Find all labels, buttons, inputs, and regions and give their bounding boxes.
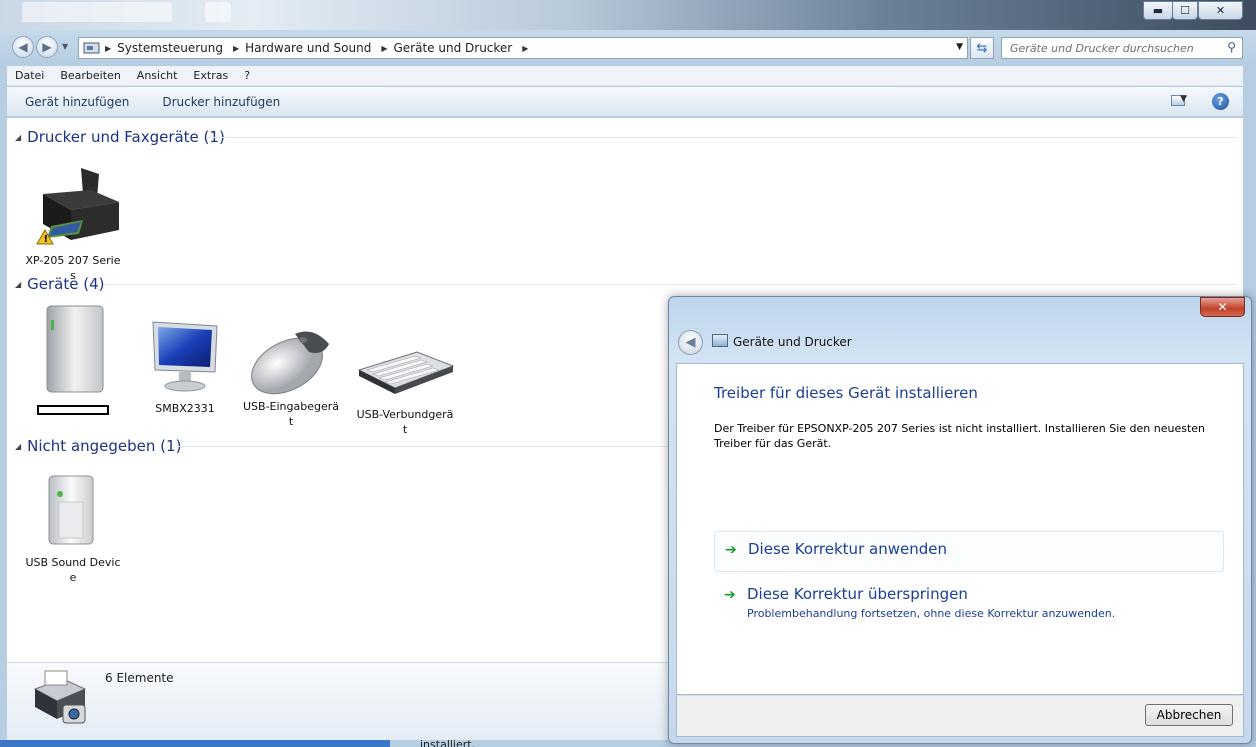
collapse-icon[interactable]: ◢ bbox=[15, 442, 21, 451]
forward-button[interactable]: ▶ bbox=[36, 36, 58, 58]
device-label-redacted bbox=[37, 405, 109, 415]
device-mouse[interactable]: USB-Eingabegerät bbox=[241, 322, 341, 429]
green-arrow-icon: ➔ bbox=[724, 587, 736, 603]
arrow-right-icon: ▶ bbox=[42, 40, 52, 54]
chevron-right-icon[interactable]: ▶ bbox=[518, 44, 532, 53]
background-window-text: installiert. bbox=[420, 738, 476, 747]
chevron-right-icon[interactable]: ▶ bbox=[377, 44, 391, 53]
group-divider bbox=[103, 284, 1237, 285]
maximize-button[interactable]: ☐ bbox=[1172, 1, 1198, 20]
devices-printers-icon bbox=[712, 334, 728, 347]
green-arrow-icon: ➔ bbox=[725, 542, 737, 558]
apply-fix-option[interactable]: ➔ Diese Korrektur anwenden bbox=[714, 531, 1224, 572]
mouse-icon bbox=[251, 331, 329, 395]
group-divider bbox=[207, 137, 1237, 138]
device-usb-sound[interactable]: USB Sound Device bbox=[23, 472, 123, 585]
menu-item-ansicht[interactable]: Ansicht bbox=[129, 69, 186, 82]
monitor-icon bbox=[152, 321, 218, 392]
add-device-button[interactable]: Gerät hinzufügen bbox=[7, 95, 144, 109]
arrow-left-icon: ◀ bbox=[18, 40, 28, 54]
item-count: 6 Elemente bbox=[105, 671, 174, 685]
taskbar-edge bbox=[0, 740, 390, 747]
menu-bar: Datei Bearbeiten Ansicht Extras ? bbox=[7, 66, 1243, 86]
collapse-icon[interactable]: ◢ bbox=[15, 280, 21, 289]
device-printer[interactable]: ! XP-205 207 Series bbox=[23, 164, 123, 283]
minimize-button[interactable]: ▬ bbox=[1143, 1, 1173, 20]
dialog-title: Geräte und Drucker bbox=[733, 335, 852, 349]
menu-item-datei[interactable]: Datei bbox=[7, 69, 52, 82]
device-label: SMBX2331 bbox=[155, 402, 215, 415]
menu-item-bearbeiten[interactable]: Bearbeiten bbox=[52, 69, 128, 82]
refresh-icon: ⇆ bbox=[976, 40, 988, 56]
address-dropdown-icon[interactable]: ▼ bbox=[956, 42, 963, 52]
back-button[interactable]: ◀ bbox=[12, 36, 34, 58]
usb-device-icon bbox=[48, 475, 94, 545]
dialog-back-button[interactable]: ◀ bbox=[678, 330, 703, 355]
chevron-down-icon[interactable]: ▼ bbox=[1180, 94, 1187, 104]
group-title: Geräte (4) bbox=[27, 275, 105, 293]
help-icon[interactable]: ? bbox=[1212, 93, 1229, 110]
address-bar[interactable]: ▶ Systemsteuerung ▶ Hardware und Sound ▶… bbox=[78, 37, 968, 59]
printer-icon: ! bbox=[36, 168, 119, 245]
background-window-tab bbox=[205, 2, 231, 22]
chevron-right-icon[interactable]: ▶ bbox=[101, 44, 115, 53]
skip-fix-option[interactable]: ➔ Diese Korrektur überspringen Problembe… bbox=[714, 577, 1224, 627]
option-title: Diese Korrektur überspringen bbox=[747, 585, 968, 603]
menu-item-help[interactable]: ? bbox=[236, 69, 258, 82]
device-keyboard[interactable]: USB-Verbundgerät bbox=[355, 348, 455, 437]
group-header-unspecified[interactable]: ◢ Nicht angegeben (1) bbox=[15, 437, 181, 455]
troubleshooter-dialog: ✕ ◀ Geräte und Drucker Treiber für diese… bbox=[668, 296, 1252, 744]
breadcrumb-item[interactable]: Systemsteuerung bbox=[115, 41, 229, 55]
title-bar: ▬ ☐ ✕ bbox=[0, 0, 1256, 30]
dialog-body: Treiber für dieses Gerät installieren De… bbox=[676, 363, 1244, 695]
dialog-description: Der Treiber für EPSONXP-205 207 Series i… bbox=[714, 422, 1206, 450]
option-title: Diese Korrektur anwenden bbox=[748, 540, 947, 558]
computer-tower-icon bbox=[46, 305, 104, 393]
search-input[interactable]: Geräte und Drucker durchsuchen ⚲ bbox=[1001, 37, 1243, 59]
group-title: Nicht angegeben (1) bbox=[27, 437, 182, 455]
command-bar: Gerät hinzufügen Drucker hinzufügen ▼ ? bbox=[7, 87, 1243, 117]
menu-item-extras[interactable]: Extras bbox=[185, 69, 236, 82]
chevron-right-icon[interactable]: ▶ bbox=[229, 44, 243, 53]
device-monitor[interactable]: SMBX2331 bbox=[135, 318, 235, 416]
search-icon[interactable]: ⚲ bbox=[1227, 40, 1236, 54]
cancel-button[interactable]: Abbrechen bbox=[1145, 704, 1233, 726]
add-printer-button[interactable]: Drucker hinzufügen bbox=[144, 95, 295, 109]
collapse-icon[interactable]: ◢ bbox=[15, 133, 21, 142]
svg-text:!: ! bbox=[44, 234, 49, 245]
device-label: USB Sound Device bbox=[25, 556, 121, 584]
refresh-button[interactable]: ⇆ bbox=[970, 37, 994, 59]
device-label: USB-Verbundgerät bbox=[356, 408, 454, 436]
search-placeholder: Geräte und Drucker durchsuchen bbox=[1010, 42, 1194, 55]
group-header-devices[interactable]: ◢ Geräte (4) bbox=[15, 275, 105, 293]
control-panel-icon bbox=[83, 42, 100, 54]
option-subtitle: Problembehandlung fortsetzen, ohne diese… bbox=[747, 607, 1116, 620]
close-button[interactable]: ✕ bbox=[1198, 1, 1243, 20]
printer-camera-icon bbox=[33, 670, 87, 724]
group-title: Drucker und Faxgeräte (1) bbox=[27, 128, 225, 146]
group-header-printers[interactable]: ◢ Drucker und Faxgeräte (1) bbox=[15, 128, 225, 146]
keyboard-icon bbox=[357, 351, 455, 394]
breadcrumb-item[interactable]: Geräte und Drucker bbox=[392, 41, 519, 55]
history-dropdown-icon[interactable]: ▼ bbox=[62, 42, 68, 51]
background-window-tab bbox=[22, 2, 172, 22]
dialog-footer: Abbrechen bbox=[676, 695, 1244, 737]
address-row: ◀ ▶ ▼ ▶ Systemsteuerung ▶ Hardware und S… bbox=[0, 33, 1256, 61]
device-computer[interactable] bbox=[23, 302, 123, 415]
breadcrumb-item[interactable]: Hardware und Sound bbox=[243, 41, 377, 55]
device-label: USB-Eingabegerät bbox=[242, 400, 339, 428]
dialog-close-button[interactable]: ✕ bbox=[1200, 297, 1245, 317]
dialog-heading: Treiber für dieses Gerät installieren bbox=[714, 384, 978, 402]
arrow-left-icon: ◀ bbox=[685, 335, 696, 350]
